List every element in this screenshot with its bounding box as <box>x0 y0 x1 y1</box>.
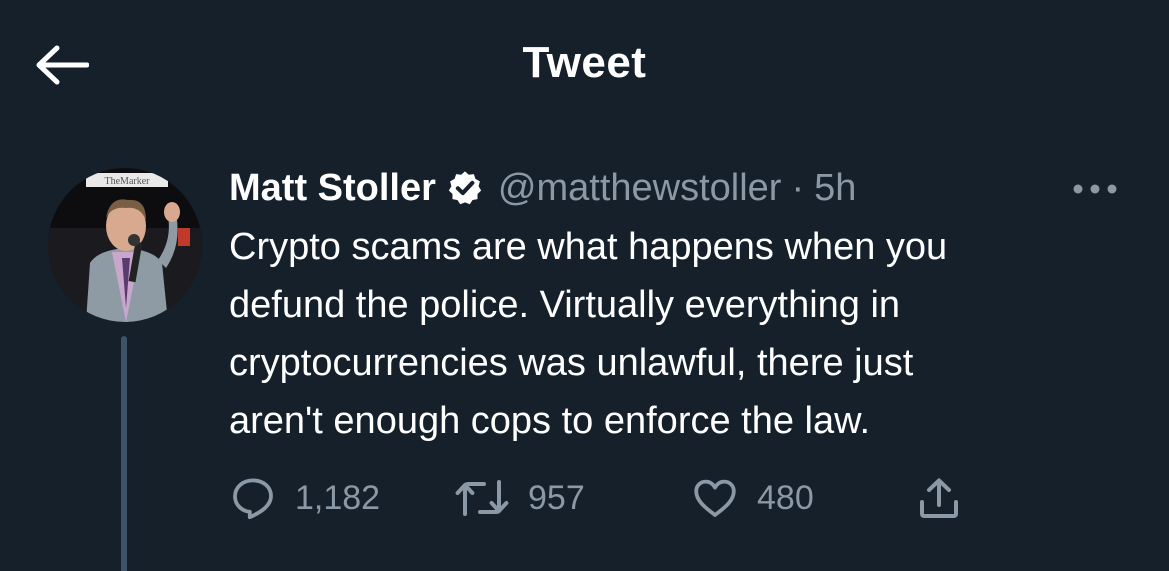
thread-line <box>121 336 127 571</box>
verified-badge-icon <box>448 171 482 205</box>
retweet-button[interactable]: 957 <box>454 470 585 526</box>
top-bar: Tweet <box>0 0 1169 130</box>
more-options-button[interactable] <box>1070 174 1120 204</box>
page-title: Tweet <box>522 38 647 87</box>
share-button[interactable] <box>915 470 963 526</box>
like-count: 480 <box>757 478 814 517</box>
tweet[interactable]: TheMarker Matt Stoller @matthewstoller ·… <box>0 130 1169 571</box>
heart-icon <box>694 479 736 517</box>
avatar[interactable]: TheMarker <box>48 168 202 322</box>
avatar-badge-text: TheMarker <box>105 176 151 187</box>
tweet-header: Matt Stoller @matthewstoller · 5h <box>229 164 856 212</box>
like-button[interactable]: 480 <box>691 470 814 526</box>
author-handle[interactable]: @matthewstoller <box>498 167 782 210</box>
retweet-count: 957 <box>528 478 585 517</box>
tweet-text: Crypto scams are what happens when you d… <box>229 226 948 442</box>
tweet-timestamp[interactable]: 5h <box>814 167 856 210</box>
tweet-actions: 1,182 957 480 <box>229 470 989 526</box>
reply-count: 1,182 <box>295 478 381 517</box>
reply-icon <box>233 478 273 520</box>
separator-dot: · <box>791 166 805 209</box>
share-icon <box>920 478 958 518</box>
retweet-icon <box>455 480 509 516</box>
reply-button[interactable]: 1,182 <box>229 470 380 526</box>
display-name[interactable]: Matt Stoller <box>229 167 436 210</box>
more-dots-icon <box>1073 184 1117 194</box>
